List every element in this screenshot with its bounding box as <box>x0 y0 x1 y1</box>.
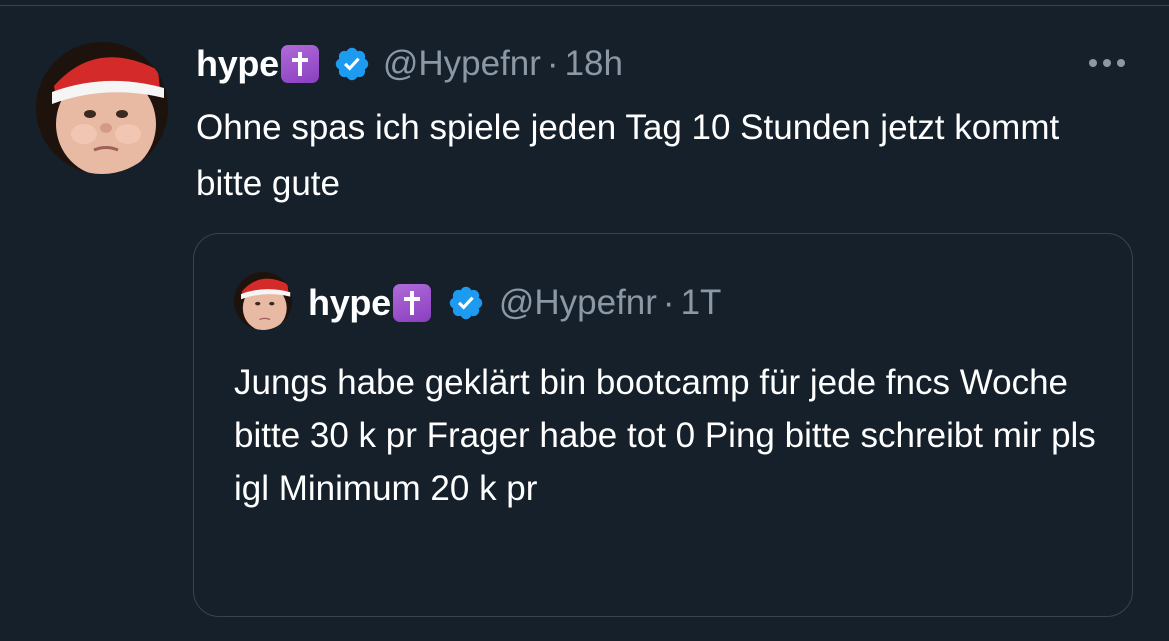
verified-badge-icon[interactable] <box>447 284 485 322</box>
quoted-author-name[interactable]: hype <box>308 282 391 324</box>
separator-dot: · <box>546 44 559 83</box>
quoted-avatar[interactable] <box>234 272 292 330</box>
tweet-text: Ohne spas ich spiele jeden Tag 10 Stunde… <box>196 108 1060 203</box>
author-name[interactable]: hype <box>196 43 279 85</box>
quoted-tweet[interactable]: hype @Hypefnr · 1T Jungs habe geklärt bi… <box>193 233 1133 617</box>
quoted-avatar-image <box>234 272 292 330</box>
more-options-icon[interactable] <box>1082 46 1132 80</box>
verified-badge-icon[interactable] <box>333 45 371 83</box>
separator-dot: · <box>662 283 675 322</box>
avatar-image <box>36 42 168 174</box>
author-handle[interactable]: @Hypefnr <box>383 44 541 84</box>
tweet-header: hype @Hypefnr · 18h <box>196 40 623 88</box>
quoted-tweet-header: hype @Hypefnr · 1T <box>308 280 721 326</box>
quoted-author-handle[interactable]: @Hypefnr <box>499 283 657 323</box>
quoted-timestamp[interactable]: 1T <box>681 283 722 323</box>
timestamp[interactable]: 18h <box>565 44 623 84</box>
avatar[interactable] <box>36 42 168 174</box>
latin-cross-icon <box>392 284 431 322</box>
latin-cross-icon <box>280 45 319 83</box>
quoted-tweet-text: Jungs habe geklärt bin bootcamp für jede… <box>234 363 1096 508</box>
tweet[interactable]: hype @Hypefnr · 18h Ohne spas ich spiele… <box>0 0 1169 641</box>
